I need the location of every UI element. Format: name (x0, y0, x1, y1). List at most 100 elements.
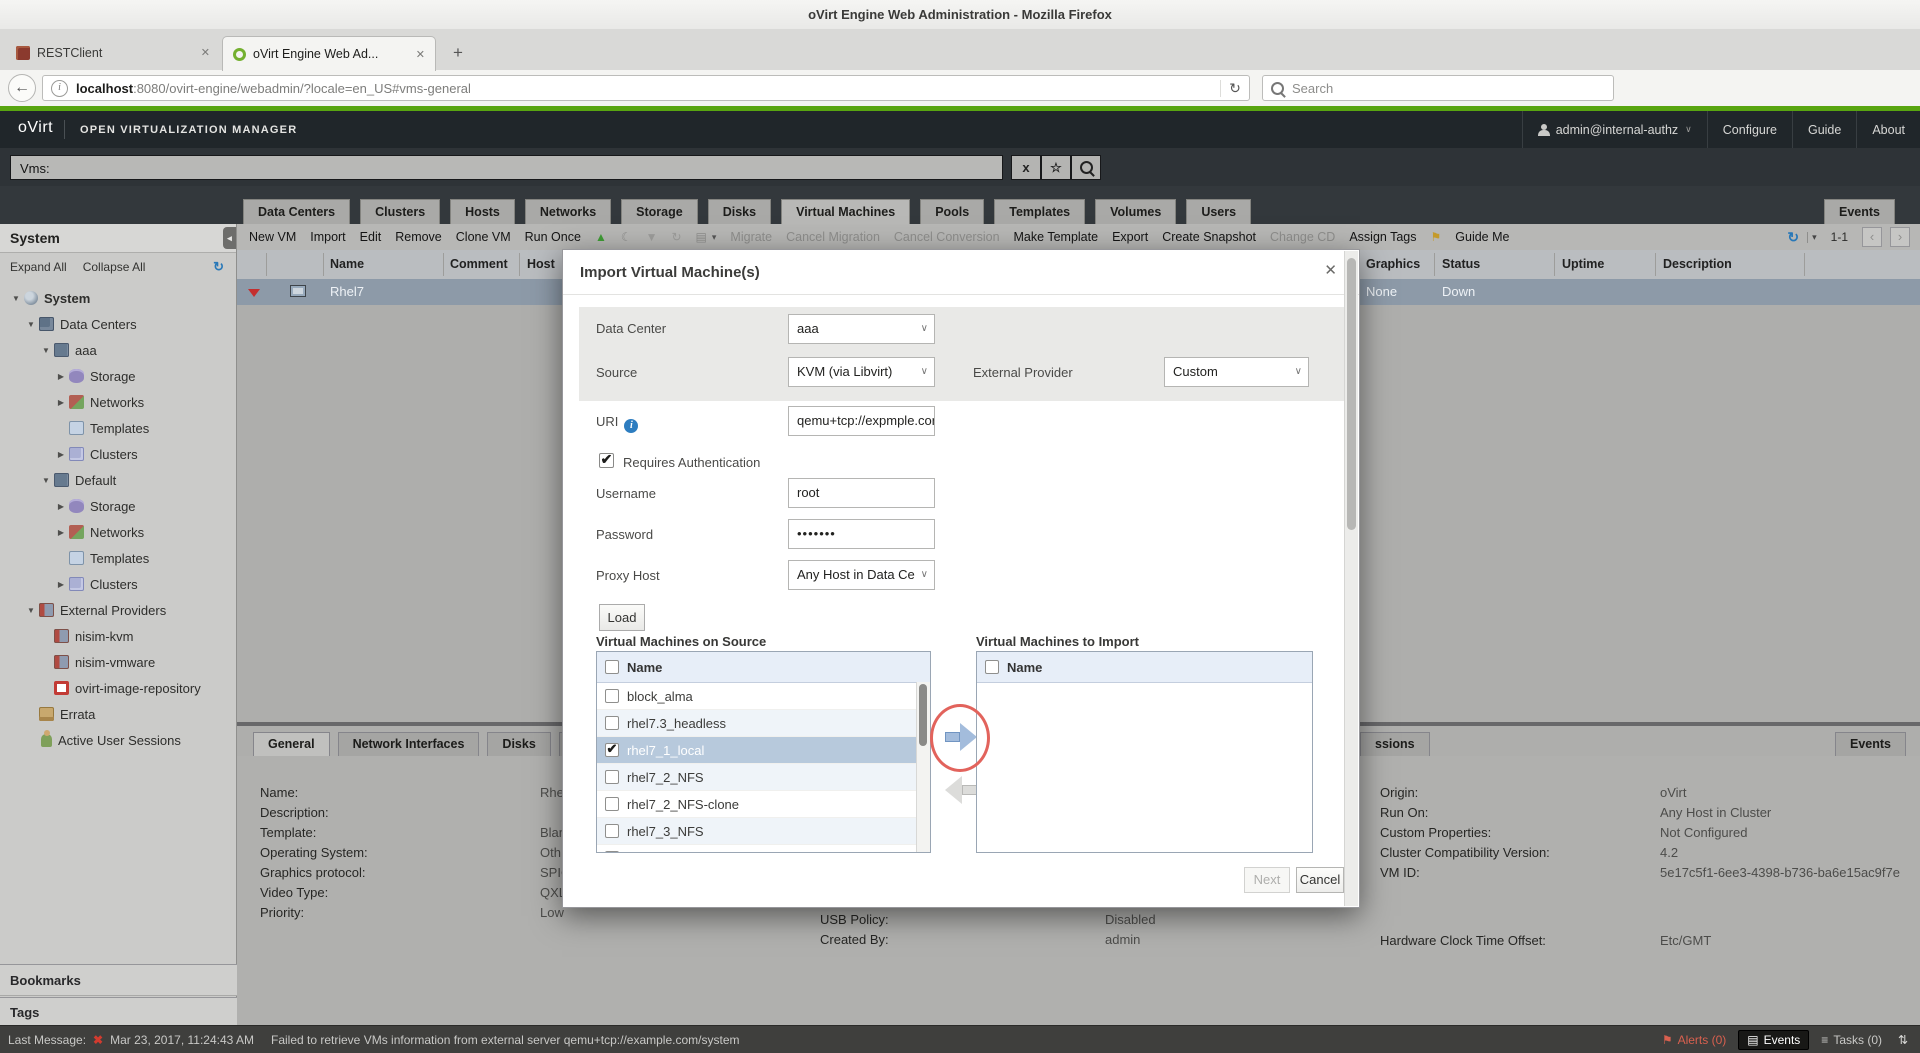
alerts-button[interactable]: ⚑ Alerts (0) (1662, 1033, 1726, 1047)
collapse-arrow-icon[interactable]: ▼ (8, 294, 24, 303)
toolbar-guide-me[interactable]: Guide Me (1455, 230, 1509, 244)
tree-item-networks[interactable]: ▶Networks (0, 389, 236, 415)
collapse-arrow-icon[interactable]: ▼ (38, 346, 54, 355)
toolbar-make-template[interactable]: Make Template (1014, 230, 1099, 244)
dialog-close-icon[interactable]: ✕ (1324, 261, 1337, 279)
tab-events[interactable]: Events (1824, 199, 1895, 224)
subtab-disks[interactable]: Disks (487, 732, 550, 756)
browser-tab-restclient[interactable]: RESTClient ✕ (6, 36, 220, 69)
tree-item-clusters[interactable]: ▶Clusters (0, 571, 236, 597)
dialog-scrollbar[interactable] (1344, 251, 1358, 906)
proxy-host-select[interactable]: Any Host in Data Ce ∨ (788, 560, 935, 590)
user-menu[interactable]: admin@internal-authz ∨ (1522, 111, 1707, 148)
scrollbar-thumb[interactable] (1347, 258, 1356, 530)
console-icon-caret[interactable]: ▾ (712, 232, 717, 243)
collapse-panel-icon[interactable]: ◂ (223, 227, 236, 249)
collapse-arrow-icon[interactable]: ▼ (23, 320, 39, 329)
grid-refresh-icon[interactable]: ↻ (1787, 229, 1799, 246)
col-host[interactable]: Host (527, 257, 555, 271)
tab-pools[interactable]: Pools (920, 199, 984, 224)
back-button[interactable]: ← (8, 74, 36, 102)
search-clear-button[interactable]: x (1011, 155, 1041, 180)
subtab-events[interactable]: Events (1835, 732, 1906, 756)
toolbar-assign-tags[interactable]: Assign Tags (1349, 230, 1416, 244)
collapse-all-link[interactable]: Collapse All (83, 260, 146, 274)
tree-item-default[interactable]: ▼Default (0, 467, 236, 493)
tasks-button[interactable]: ≡ Tasks (0) (1821, 1033, 1882, 1047)
guide-link[interactable]: Guide (1792, 111, 1856, 148)
toolbar-create-snapshot[interactable]: Create Snapshot (1162, 230, 1256, 244)
tree-item-aaa[interactable]: ▼aaa (0, 337, 236, 363)
tree-item-networks[interactable]: ▶Networks (0, 519, 236, 545)
guide-me-icon[interactable]: ⚑ (1431, 230, 1442, 244)
target-list-name-header[interactable]: Name (1007, 660, 1042, 675)
collapse-arrow-icon[interactable]: ▼ (38, 476, 54, 485)
source-list-scrollbar[interactable] (916, 682, 930, 852)
bookmarks-section-header[interactable]: Bookmarks (0, 964, 237, 996)
tab-networks[interactable]: Networks (525, 199, 611, 224)
tree-item-errata[interactable]: Errata (0, 701, 236, 727)
run-icon[interactable]: ▲ (595, 230, 607, 244)
source-list-name-header[interactable]: Name (627, 660, 662, 675)
tab-templates[interactable]: Templates (994, 199, 1085, 224)
username-input[interactable]: root (788, 478, 935, 508)
expand-arrow-icon[interactable]: ▶ (53, 372, 69, 381)
refresh-options-caret-icon[interactable]: ▾ (1807, 232, 1817, 243)
tab-volumes[interactable]: Volumes (1095, 199, 1176, 224)
move-left-button[interactable] (945, 776, 977, 804)
scrollbar-thumb[interactable] (919, 684, 927, 746)
footer-expander-icon[interactable]: ⇅ (1894, 1033, 1912, 1047)
search-go-button[interactable] (1071, 155, 1101, 180)
tab-storage[interactable]: Storage (621, 199, 698, 224)
about-link[interactable]: About (1856, 111, 1920, 148)
vm-checkbox[interactable]: ✔ (605, 743, 619, 757)
toolbar-run-once[interactable]: Run Once (525, 230, 581, 244)
shutdown-icon[interactable]: ▼ (646, 230, 658, 244)
tab-data-centers[interactable]: Data Centers (243, 199, 350, 224)
col-uptime[interactable]: Uptime (1562, 257, 1604, 271)
vm-source-row[interactable]: rhel7_4_NFS (597, 845, 930, 853)
vm-checkbox[interactable] (605, 797, 619, 811)
col-description[interactable]: Description (1663, 257, 1732, 271)
cancel-button[interactable]: Cancel (1296, 867, 1344, 893)
tree-item-storage[interactable]: ▶Storage (0, 363, 236, 389)
vm-checkbox[interactable] (605, 716, 619, 730)
tree-item-storage[interactable]: ▶Storage (0, 493, 236, 519)
collapse-arrow-icon[interactable]: ▼ (23, 606, 39, 615)
source-select[interactable]: KVM (via Libvirt) ∨ (788, 357, 935, 387)
expand-arrow-icon[interactable]: ▶ (53, 580, 69, 589)
requires-auth-checkbox[interactable]: ✔ (599, 453, 614, 468)
prev-page-button[interactable]: ‹ (1862, 227, 1882, 247)
tree-item-nisim-vmware[interactable]: nisim-vmware (0, 649, 236, 675)
uri-input[interactable]: qemu+tcp://expmple.cor (788, 406, 935, 436)
external-provider-select[interactable]: Custom ∨ (1164, 357, 1309, 387)
vm-source-row[interactable]: block_alma (597, 683, 930, 710)
vm-source-row[interactable]: rhel7_2_NFS-clone (597, 791, 930, 818)
tags-section-header[interactable]: Tags (0, 997, 237, 1026)
expand-arrow-icon[interactable]: ▶ (53, 450, 69, 459)
url-bar[interactable]: i localhost :8080/ovirt-engine/webadmin/… (42, 75, 1250, 101)
next-button[interactable]: Next (1244, 867, 1290, 893)
configure-link[interactable]: Configure (1707, 111, 1792, 148)
data-center-select[interactable]: aaa ∨ (788, 314, 935, 344)
tree-item-system[interactable]: ▼System (0, 285, 236, 311)
select-all-checkbox[interactable] (605, 660, 619, 674)
vm-checkbox[interactable] (605, 824, 619, 838)
vm-checkbox[interactable] (605, 851, 619, 853)
tree-item-ovirt-image-repository[interactable]: ovirt-image-repository (0, 675, 236, 701)
tree-refresh-icon[interactable]: ↻ (213, 259, 224, 275)
next-page-button[interactable]: › (1890, 227, 1910, 247)
vms-search-input[interactable]: Vms: (10, 155, 1003, 180)
console-icon[interactable]: ▤ (696, 230, 707, 244)
tab-hosts[interactable]: Hosts (450, 199, 515, 224)
tree-item-data-centers[interactable]: ▼Data Centers (0, 311, 236, 337)
toolbar-clone-vm[interactable]: Clone VM (456, 230, 511, 244)
load-button[interactable]: Load (599, 604, 645, 631)
tab-virtual-machines[interactable]: Virtual Machines (781, 199, 910, 224)
site-info-icon[interactable]: i (51, 80, 68, 97)
tab-users[interactable]: Users (1186, 199, 1251, 224)
vm-checkbox[interactable] (605, 770, 619, 784)
tab-clusters[interactable]: Clusters (360, 199, 440, 224)
reboot-icon[interactable]: ↻ (671, 230, 681, 244)
tree-item-nisim-kvm[interactable]: nisim-kvm (0, 623, 236, 649)
